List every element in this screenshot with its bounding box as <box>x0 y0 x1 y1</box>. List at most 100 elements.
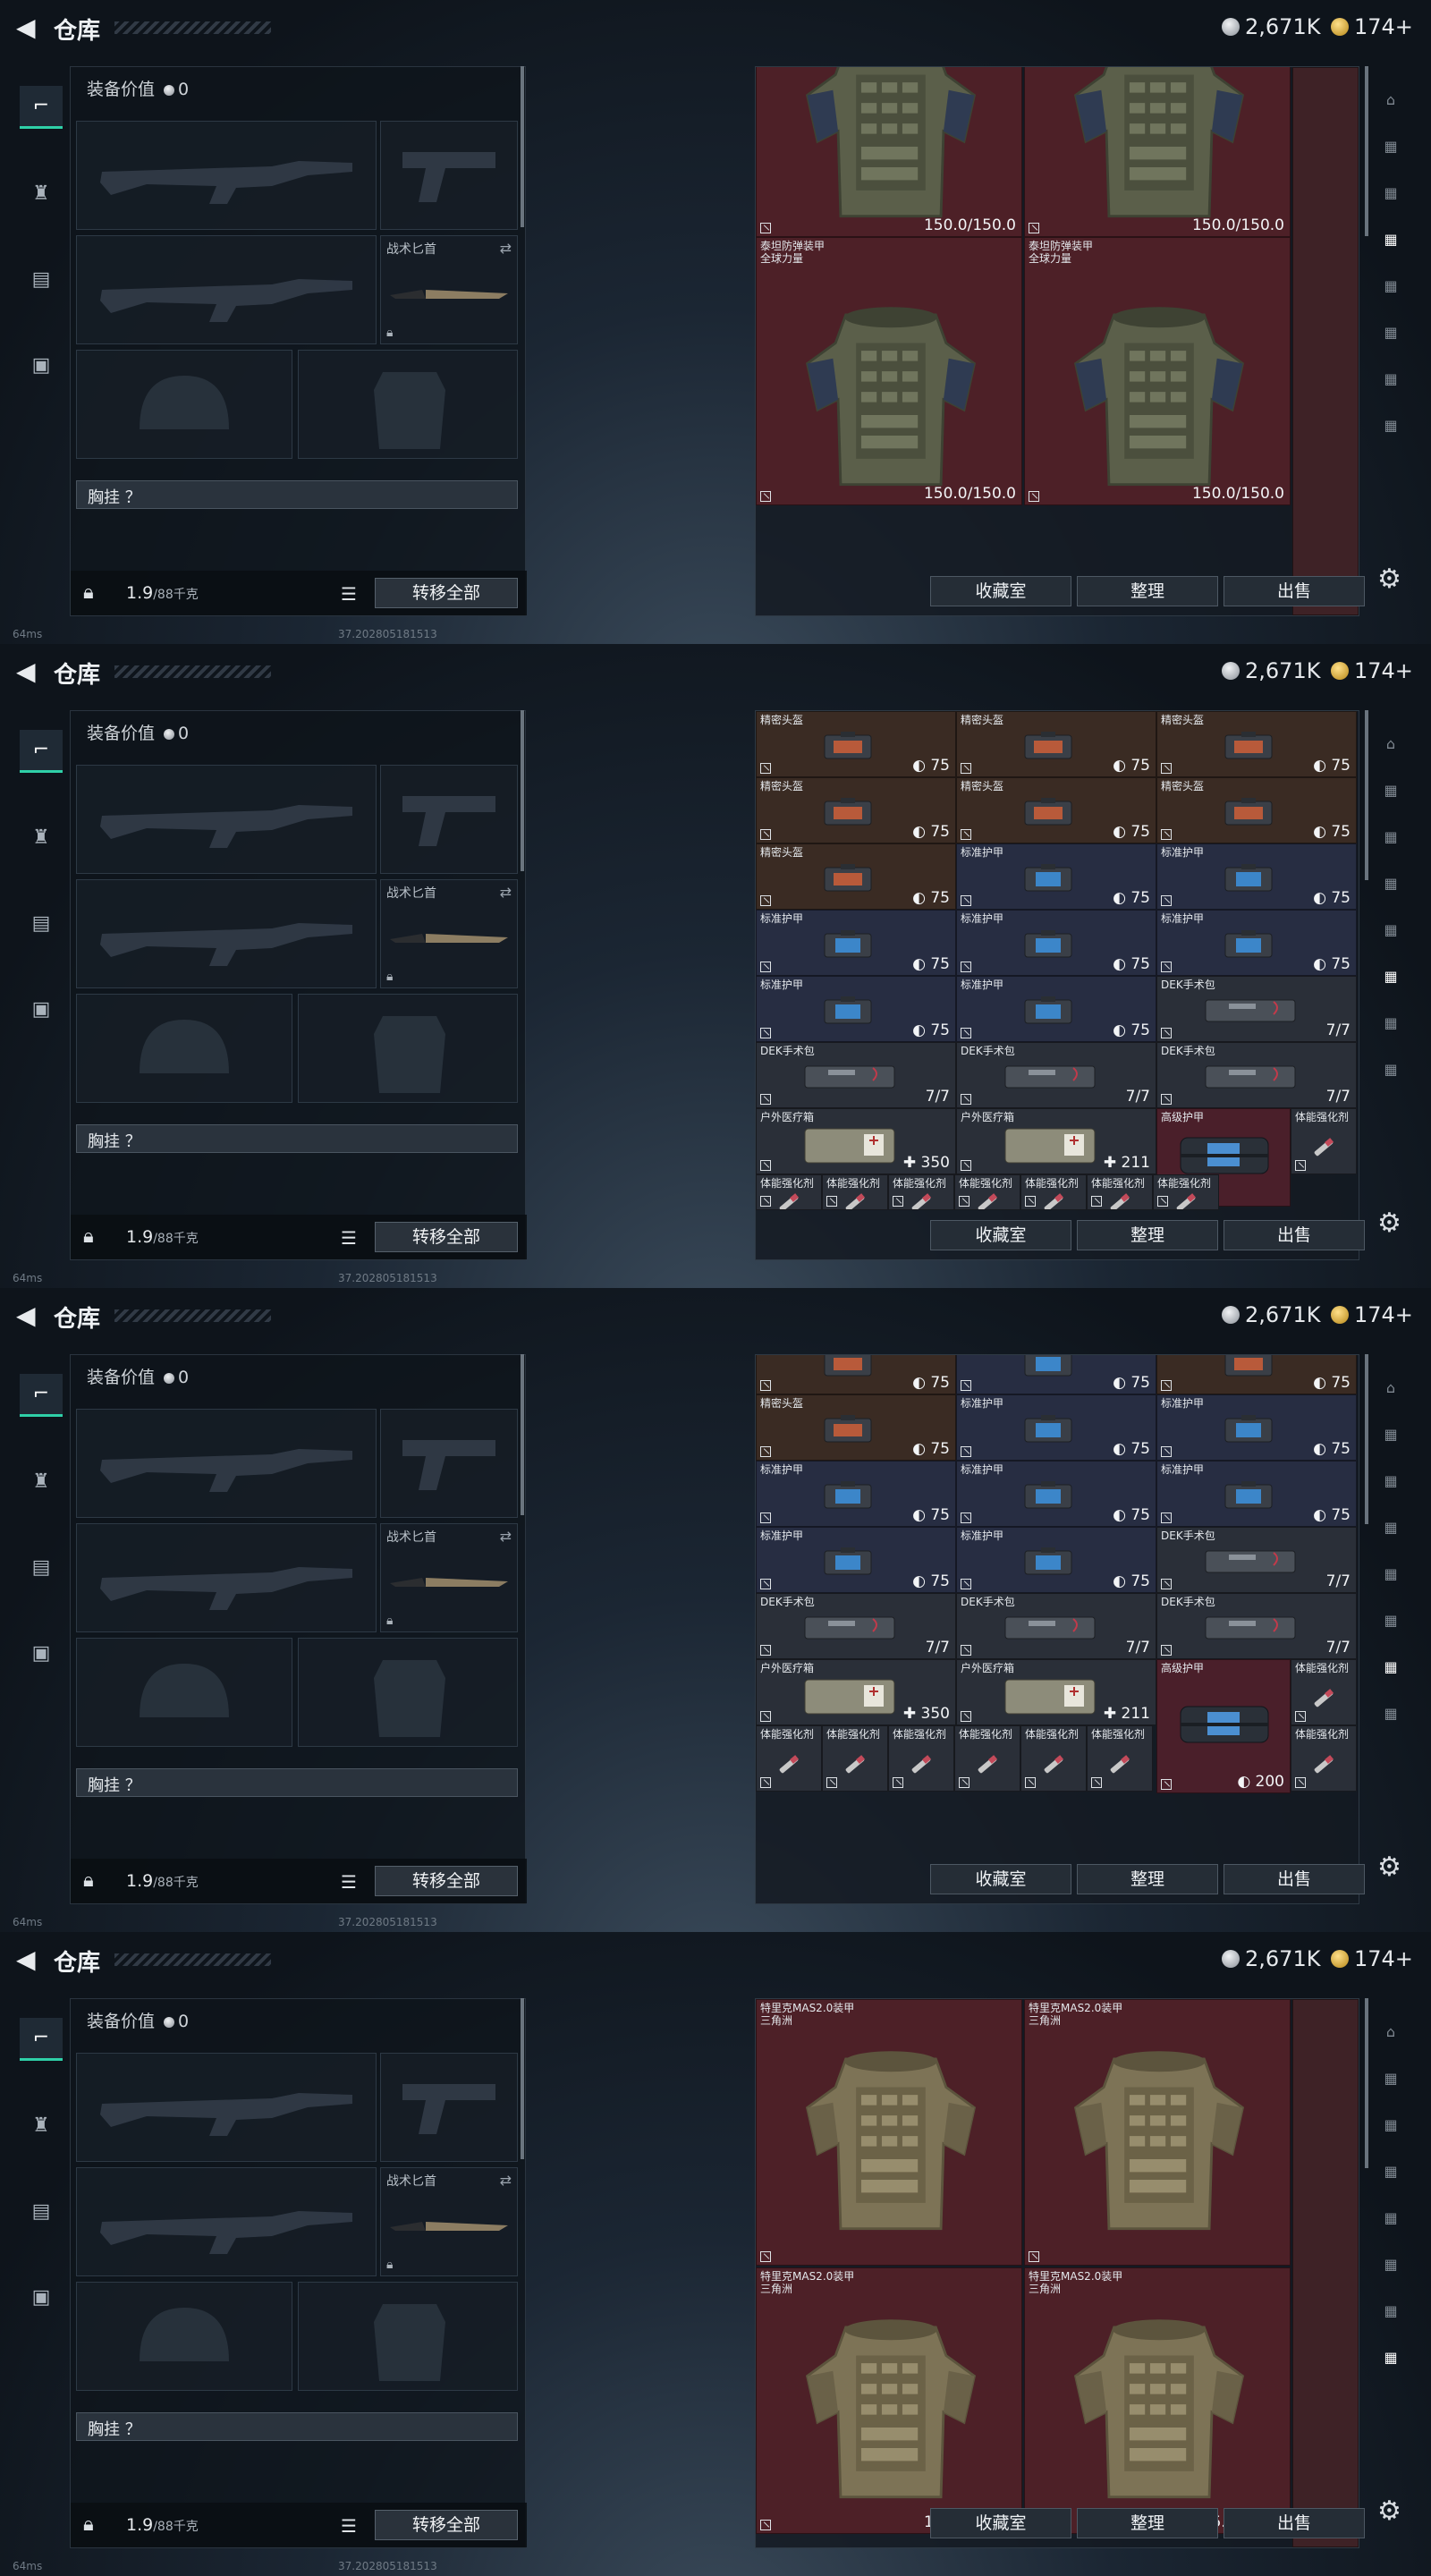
silver-currency[interactable]: 2,671K <box>1222 1302 1320 1327</box>
item-cell[interactable]: 标准护甲 ◐ 75 <box>1156 1461 1357 1527</box>
tab-icon-1[interactable]: ⌂ <box>1374 1370 1408 1404</box>
collection-room-button[interactable]: 收藏室 <box>930 576 1071 606</box>
item-cell[interactable]: 体能强化剂 <box>822 1174 888 1210</box>
briefcase-icon[interactable]: ▣ <box>20 1631 63 1674</box>
item-cell[interactable]: 精密头盔 ◐ 75 <box>1156 711 1357 777</box>
organize-button[interactable]: 整理 <box>1077 576 1218 606</box>
transfer-all-button[interactable]: 转移全部 <box>375 578 518 608</box>
primary-weapon-slot[interactable] <box>76 765 377 874</box>
armor-slot[interactable] <box>298 350 518 459</box>
item-cell[interactable]: 体能强化剂 <box>756 1725 822 1792</box>
item-cell[interactable]: 体能强化剂 <box>822 1725 888 1792</box>
armor-slot[interactable] <box>298 2282 518 2391</box>
item-cell[interactable]: 体能强化剂 <box>1020 1174 1087 1210</box>
secondary-weapon-slot[interactable] <box>76 879 377 988</box>
item-cell[interactable]: 标准护甲 ◐ 75 <box>956 843 1156 910</box>
back-arrow-icon[interactable]: ◀ <box>16 14 38 41</box>
item-cell[interactable]: 精密头盔 ◐ 75 <box>756 843 956 910</box>
helmet-slot[interactable] <box>76 350 292 459</box>
item-cell[interactable]: 体能强化剂 <box>1291 1725 1357 1792</box>
briefcase-icon[interactable]: ▣ <box>20 343 63 386</box>
item-cell[interactable]: DEK手术包 7/7 <box>756 1042 956 1108</box>
list-icon[interactable]: ☰ <box>341 2515 357 2537</box>
item-cell[interactable]: 体能强化剂 <box>1153 1174 1219 1210</box>
item-cell[interactable]: 体能强化剂 <box>1087 1725 1153 1792</box>
sell-button[interactable]: 出售 <box>1224 576 1365 606</box>
item-cell[interactable]: 标准护甲 ◐ 75 <box>756 976 956 1042</box>
helmet-icon[interactable]: ♜ <box>20 172 63 215</box>
item-cell[interactable]: 体能强化剂 <box>888 1174 954 1210</box>
item-cell[interactable]: 户外医疗箱 ✚ 350 <box>756 1659 956 1725</box>
weight-lock-icon[interactable]: 🔒︎ <box>83 581 94 604</box>
item-cell[interactable]: DEK手术包 7/7 <box>956 1593 1156 1659</box>
pistol-slot[interactable] <box>380 2053 518 2162</box>
organize-button[interactable]: 整理 <box>1077 1864 1218 1894</box>
tab-icon-3[interactable]: ▦ <box>1374 175 1408 209</box>
list-icon[interactable]: ☰ <box>341 583 357 605</box>
item-cell[interactable]: 户外医疗箱 ✚ 211 <box>956 1659 1156 1725</box>
tab-icon-8[interactable]: ▦ <box>1374 1696 1408 1730</box>
item-cell[interactable]: DEK手术包 7/7 <box>1156 1527 1357 1593</box>
item-cell[interactable]: 体能强化剂 <box>756 1174 822 1210</box>
primary-weapon-slot[interactable] <box>76 1409 377 1518</box>
pistol-slot[interactable] <box>380 121 518 230</box>
gun-icon[interactable]: ⌐ <box>20 1374 63 1417</box>
item-cell[interactable]: DEK手术包 7/7 <box>1156 1593 1357 1659</box>
sell-button[interactable]: 出售 <box>1224 1864 1365 1894</box>
gold-currency[interactable]: 174+ <box>1331 658 1413 683</box>
gun-icon[interactable]: ⌐ <box>20 730 63 773</box>
gold-currency[interactable]: 174+ <box>1331 1302 1413 1327</box>
tab-icon-3[interactable]: ▦ <box>1374 2107 1408 2141</box>
swap-icon[interactable]: ⇄ <box>500 884 512 901</box>
item-cell[interactable]: 高级护甲 ◐ 200 <box>1156 1659 1291 1793</box>
item-cell[interactable]: 标准护甲 ◐ 75 <box>956 1527 1156 1593</box>
item-cell[interactable]: 150.0/150.0 泰坦防弹装甲 全球力量 <box>1024 237 1291 505</box>
equipment-scrollbar[interactable] <box>521 1354 524 1515</box>
item-cell[interactable]: ◐ 75 <box>956 1355 1156 1394</box>
tab-icon-1[interactable]: ⌂ <box>1374 82 1408 116</box>
tab-icon-2[interactable]: ▦ <box>1374 129 1408 163</box>
item-cell[interactable]: 标准护甲 ◐ 75 <box>956 1461 1156 1527</box>
clipboard-icon[interactable]: ▤ <box>20 258 63 301</box>
list-icon[interactable]: ☰ <box>341 1227 357 1249</box>
briefcase-icon[interactable]: ▣ <box>20 987 63 1030</box>
silver-currency[interactable]: 2,671K <box>1222 14 1320 39</box>
tab-icon-7[interactable]: ▦ <box>1374 1005 1408 1039</box>
item-cell[interactable]: ◐ 75 <box>756 1355 956 1394</box>
knife-slot[interactable]: 战术匕首 ⇄ 🔒︎ <box>380 1523 518 1632</box>
clipboard-icon[interactable]: ▤ <box>20 902 63 945</box>
item-cell[interactable]: 精密头盔 ◐ 75 <box>756 777 956 843</box>
item-cell[interactable]: 精密头盔 ◐ 75 <box>1156 777 1357 843</box>
item-cell[interactable]: 150.0/150.0 泰坦防弹装甲 全球力量 <box>756 237 1022 505</box>
tab-icon-5[interactable]: ▦ <box>1374 1556 1408 1590</box>
collection-room-button[interactable]: 收藏室 <box>930 1220 1071 1250</box>
item-cell[interactable]: 标准护甲 ◐ 75 <box>1156 843 1357 910</box>
item-cell[interactable]: 标准护甲 ◐ 75 <box>756 1461 956 1527</box>
transfer-all-button[interactable]: 转移全部 <box>375 2510 518 2540</box>
pistol-slot[interactable] <box>380 1409 518 1518</box>
tab-icon-7[interactable]: ▦ <box>1374 1649 1408 1683</box>
helmet-icon[interactable]: ♜ <box>20 1460 63 1503</box>
warehouse-scrollbar[interactable] <box>1365 1354 1368 1524</box>
chest-rig-slot[interactable]: 胸挂 ？ <box>76 480 518 509</box>
item-cell[interactable]: 体能强化剂 <box>1020 1725 1087 1792</box>
gold-currency[interactable]: 174+ <box>1331 14 1413 39</box>
secondary-weapon-slot[interactable] <box>76 235 377 344</box>
item-cell[interactable]: 特里克MAS2.0装甲 三角洲 <box>1024 1999 1291 2266</box>
equipment-scrollbar[interactable] <box>521 66 524 227</box>
armor-slot[interactable] <box>298 994 518 1103</box>
swap-icon[interactable]: ⇄ <box>500 1528 512 1545</box>
tab-icon-4[interactable]: ▦ <box>1374 866 1408 900</box>
tab-icon-2[interactable]: ▦ <box>1374 2061 1408 2095</box>
tab-icon-5[interactable]: ▦ <box>1374 268 1408 302</box>
pistol-slot[interactable] <box>380 765 518 874</box>
item-cell[interactable]: DEK手术包 7/7 <box>1156 1042 1357 1108</box>
clipboard-icon[interactable]: ▤ <box>20 2190 63 2233</box>
item-cell[interactable]: 体能强化剂 <box>888 1725 954 1792</box>
tab-icon-8[interactable]: ▦ <box>1374 408 1408 442</box>
tab-icon-5[interactable]: ▦ <box>1374 2200 1408 2234</box>
tab-icon-1[interactable]: ⌂ <box>1374 726 1408 760</box>
item-cell[interactable]: 体能强化剂 <box>1291 1108 1357 1174</box>
list-icon[interactable]: ☰ <box>341 1871 357 1893</box>
warehouse-scrollbar[interactable] <box>1365 710 1368 880</box>
